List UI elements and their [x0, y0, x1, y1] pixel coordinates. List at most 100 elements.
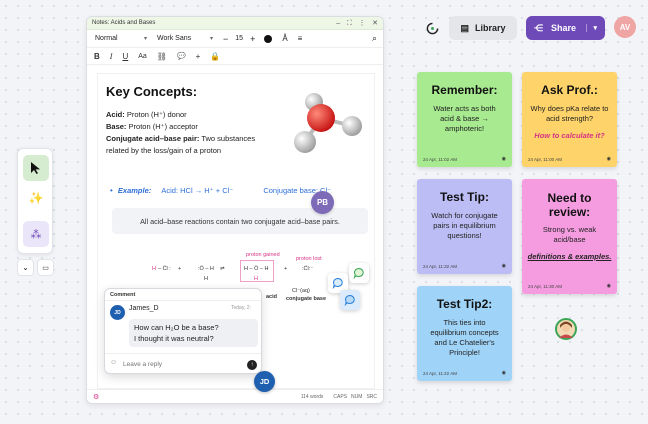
eye-icon[interactable]: ◉: [607, 156, 611, 162]
bold-icon[interactable]: B: [94, 52, 100, 61]
italic-icon[interactable]: I: [110, 52, 113, 61]
sync-button[interactable]: [422, 18, 442, 38]
example-line: • Example: Acid: HCl → H⁺ + Cl⁻ Conjugat…: [110, 186, 332, 195]
sticky-date: 24 Apr, 11:00 AM: [528, 157, 562, 162]
page-heading: Key Concepts:: [106, 84, 198, 99]
diagram-water-h: H: [204, 276, 208, 282]
sync-icon: [426, 22, 438, 34]
comment-bubble-icon: [332, 277, 343, 289]
insert-icon[interactable]: +: [196, 52, 201, 61]
sticky-date: 24 Apr, 11:30 AM: [528, 284, 562, 289]
avatar-jd[interactable]: JD: [254, 371, 275, 392]
font-select[interactable]: Work Sans ▾: [155, 35, 215, 42]
tool-rail: ✨ ⁂: [17, 148, 53, 254]
select-tool-button[interactable]: [23, 155, 49, 181]
style-select[interactable]: Normal ▾: [93, 35, 149, 42]
font-size-value[interactable]: 15: [235, 35, 243, 42]
cl-aq-label: Cl⁻(aq): [292, 288, 310, 294]
text-toolbar: B I U Aa ⛓ 💬 + 🔒: [87, 48, 383, 65]
num-indicator: NUM: [351, 393, 363, 400]
sticky-note-test-tip2[interactable]: Test Tip2: This ties into equilibrium co…: [417, 286, 512, 381]
diagram-h: H: [152, 266, 156, 272]
status-bar: ⚙ 114 words CAPS NUM SRC: [87, 389, 383, 403]
proton-gained-label: proton gained: [246, 252, 280, 258]
magic-wand-icon: ✨: [28, 191, 44, 205]
minimize-icon[interactable]: –: [336, 20, 340, 27]
chevron-down-icon[interactable]: ▾: [586, 24, 597, 32]
acid-fragment-label: acid: [266, 294, 278, 300]
diagram-chloride: :C̈l:⁻: [302, 266, 314, 272]
sticky-note-ask-prof[interactable]: Ask Prof.: Why does pKa relate to acid s…: [522, 72, 617, 167]
layers-icon: ▭: [42, 264, 49, 272]
document-titlebar: Notes: Acids and Bases – ⛶ ⋮ ✕: [87, 17, 383, 30]
scr-indicator: SRC: [366, 393, 377, 400]
sticky-link[interactable]: How to calculate it?: [522, 131, 617, 141]
sticky-date: 24 Apr, 11:22 AM: [423, 371, 457, 376]
comment-author-avatar: JD: [110, 305, 125, 320]
conjugate-base-label: conjugate base: [286, 296, 327, 302]
collapse-button[interactable]: ⌄: [17, 259, 34, 276]
eye-icon[interactable]: ◉: [502, 370, 506, 376]
ai-tool-button[interactable]: ⁂: [23, 221, 49, 247]
sticky-note-test-tip[interactable]: Test Tip: Watch for conjugate pairs in e…: [417, 179, 512, 274]
sticky-date: 24 Apr, 11:02 AM: [423, 157, 457, 162]
proton-lost-label: proton lost: [296, 256, 322, 262]
underline-icon[interactable]: U: [122, 52, 128, 61]
avatar-av[interactable]: AV: [614, 16, 636, 38]
sticky-note-remember[interactable]: Remember: Water acts as both acid & base…: [417, 72, 512, 167]
layers-button[interactable]: ▭: [37, 259, 54, 276]
eye-icon[interactable]: ◉: [502, 156, 506, 162]
font-style-icon[interactable]: Aa: [138, 53, 147, 60]
decrease-size-button[interactable]: −: [223, 34, 228, 44]
increase-size-button[interactable]: +: [250, 34, 255, 44]
text-color-button[interactable]: [264, 34, 273, 43]
diagram-plus-2: +: [284, 266, 288, 272]
comment-bubble-icon: [344, 294, 355, 306]
eye-icon[interactable]: ◉: [502, 263, 506, 269]
align-icon[interactable]: ≡: [298, 34, 303, 43]
reply-input[interactable]: [123, 357, 243, 371]
diagram-hydronium-h: H: [254, 276, 258, 282]
share-icon: ⋲: [534, 22, 543, 33]
comment-popup: Comment JD James_D Today, 2: How can H₂O…: [104, 288, 262, 374]
comment-message: How can H₂O be a base? I thought it was …: [129, 319, 258, 347]
word-count: 114 words: [300, 393, 324, 400]
collaborator-avatar[interactable]: [555, 318, 577, 340]
chevron-down-icon: ▾: [143, 36, 147, 42]
avatar-pb[interactable]: PB: [311, 191, 334, 214]
settings-icon[interactable]: ⚙: [93, 393, 99, 401]
eye-icon[interactable]: ◉: [607, 283, 611, 289]
sticky-link[interactable]: definitions & examples.: [522, 252, 617, 262]
magic-wand-button[interactable]: ✨: [23, 185, 49, 211]
sticky-note-need-to-review[interactable]: Need to review: Strong vs. weak acid/bas…: [522, 179, 617, 294]
comment-header: Comment: [110, 292, 136, 298]
search-icon[interactable]: ⌕: [372, 33, 377, 44]
close-icon[interactable]: ✕: [372, 20, 378, 27]
caps-indicator: CAPS: [333, 393, 348, 400]
chevron-down-icon: ⌄: [22, 263, 29, 272]
expand-icon[interactable]: ⛶: [347, 20, 352, 27]
ai-sparkle-icon: ⁂: [30, 228, 42, 241]
highlight-icon[interactable]: Å: [282, 34, 287, 43]
cursor-arrow-icon: [31, 162, 40, 174]
reply-emoji-icon[interactable]: ☺: [110, 359, 117, 366]
link-icon[interactable]: ⛓: [157, 52, 167, 61]
reply-divider: [105, 353, 261, 354]
format-toolbar: Normal ▾ Work Sans ▾ − 15 + Å ≡ ⌕: [87, 30, 383, 48]
chevron-down-icon: ▾: [209, 36, 213, 42]
document-title: Notes: Acids and Bases: [92, 20, 156, 26]
diagram-arrow: ⇌: [220, 266, 225, 272]
share-button[interactable]: ⋲ Share ▾: [526, 16, 605, 40]
comment-author: James_D: [129, 305, 159, 312]
library-button[interactable]: ▤ Library: [449, 16, 517, 40]
lock-icon[interactable]: 🔒: [210, 52, 220, 61]
comment-time: Today, 2:: [231, 305, 251, 311]
send-reply-button[interactable]: ↑: [247, 360, 257, 370]
comment-marker-green[interactable]: [349, 263, 369, 283]
more-icon[interactable]: ⋮: [358, 20, 365, 27]
diagram-cl: – C̈l :: [158, 266, 171, 272]
callout-box: All acid–base reactions contain two conj…: [112, 208, 368, 234]
comment-divider: [105, 300, 261, 301]
comment-icon[interactable]: 💬: [177, 52, 186, 60]
comment-marker-blue-2[interactable]: [340, 290, 360, 310]
